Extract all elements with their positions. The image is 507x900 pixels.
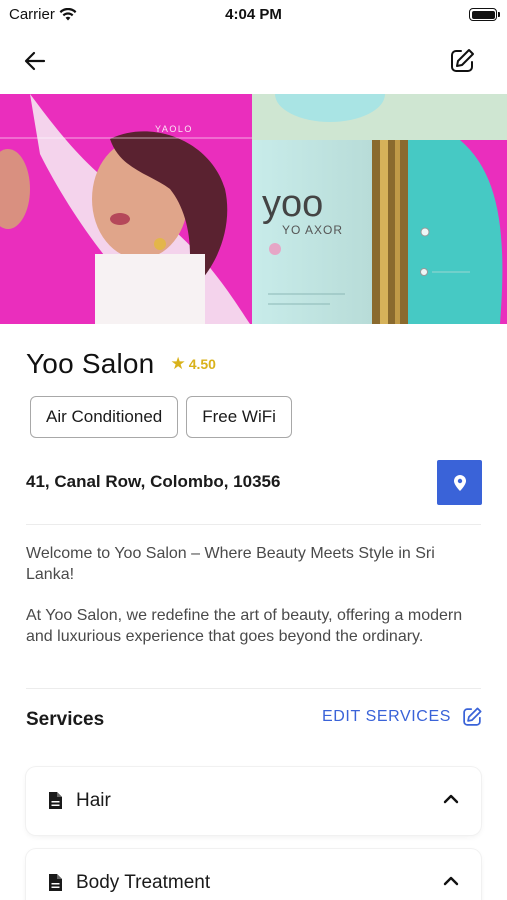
- salon-name: Yoo Salon: [26, 348, 155, 379]
- feature-chip: Free WiFi: [186, 396, 292, 438]
- salon-rating: ★ 4.50: [170, 354, 216, 374]
- service-category-label: Hair: [76, 790, 111, 811]
- chevron-up-icon[interactable]: [443, 875, 459, 887]
- divider: [26, 688, 481, 689]
- salon-title-row: Yoo Salon ★ 4.50: [26, 348, 216, 380]
- service-category-hair[interactable]: Hair: [26, 767, 481, 835]
- status-bar: Carrier 4:04 PM: [0, 0, 507, 30]
- edit-icon: [451, 49, 474, 72]
- battery-icon: [469, 8, 500, 21]
- edit-salon-button[interactable]: [445, 44, 479, 78]
- status-time: 4:04 PM: [225, 6, 282, 23]
- edit-services-button[interactable]: EDIT SERVICES: [322, 706, 483, 728]
- document-icon: [49, 792, 62, 809]
- back-button[interactable]: [20, 46, 50, 76]
- description-paragraph: At Yoo Salon, we redefine the art of bea…: [26, 607, 463, 645]
- document-icon: [49, 874, 62, 891]
- description-paragraph: Welcome to Yoo Salon – Where Beauty Meet…: [26, 545, 435, 583]
- address-row: 41, Canal Row, Colombo, 10356: [26, 458, 482, 505]
- chevron-up-icon[interactable]: [443, 793, 459, 805]
- services-header: Services EDIT SERVICES: [26, 706, 483, 734]
- location-pin-icon: [453, 474, 466, 491]
- salon-description: Welcome to Yoo Salon – Where Beauty Meet…: [26, 543, 486, 647]
- banner-brand-small: YAOLO: [155, 124, 193, 134]
- service-category-label: Body Treatment: [76, 872, 211, 893]
- divider: [26, 524, 481, 525]
- star-icon: ★: [170, 354, 186, 373]
- service-category-body-treatment[interactable]: Body Treatment: [26, 849, 481, 900]
- salon-banner-image: YAOLO yoo YO AXOR: [0, 94, 507, 324]
- edit-services-label: EDIT SERVICES: [321, 708, 451, 725]
- top-nav: [0, 38, 507, 82]
- banner-brand-large: yoo: [262, 183, 323, 225]
- banner-brand-sub: YO AXOR: [282, 223, 343, 237]
- edit-icon: [463, 707, 482, 726]
- rating-value: 4.50: [188, 356, 216, 372]
- feature-chips: Air Conditioned Free WiFi: [30, 396, 292, 438]
- back-arrow-icon: [24, 51, 46, 71]
- salon-address: 41, Canal Row, Colombo, 10356: [26, 472, 281, 491]
- open-map-button[interactable]: [437, 460, 482, 505]
- feature-chip: Air Conditioned: [30, 396, 179, 438]
- services-title: Services: [26, 709, 105, 730]
